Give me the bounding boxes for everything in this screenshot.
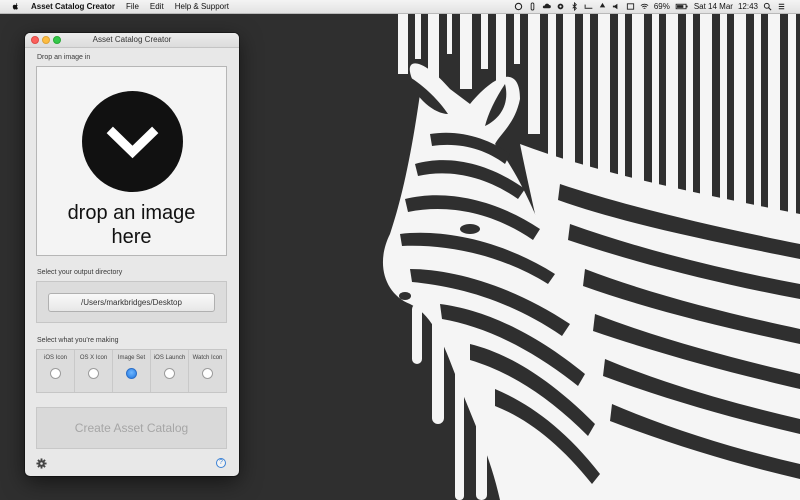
help-button[interactable]: ?	[216, 458, 226, 468]
status-area: 69% Sat 14 Mar 12:43	[514, 0, 786, 13]
type-option-osx-icon[interactable]: OS X Icon	[75, 350, 113, 392]
menu-bar: Asset Catalog Creator File Edit Help & S…	[0, 0, 800, 14]
spotlight-search-icon[interactable]	[763, 2, 772, 11]
drop-arrow-icon	[82, 91, 183, 192]
image-set-radio[interactable]	[125, 368, 137, 379]
gear-icon[interactable]	[556, 2, 565, 11]
battery-icon[interactable]	[675, 2, 689, 11]
type-label: Image Set	[117, 355, 146, 361]
type-label: OS X Icon	[79, 355, 108, 361]
wifi-icon[interactable]	[640, 2, 649, 11]
type-option-watch-icon[interactable]: Watch Icon	[189, 350, 226, 392]
volume-icon[interactable]	[612, 2, 621, 11]
asset-type-selector: iOS Icon OS X Icon Image Set iOS Launch …	[36, 349, 227, 393]
menu-time[interactable]: 12:43	[738, 2, 758, 11]
type-label: Watch Icon	[192, 355, 223, 361]
output-directory-label: Select your output directory	[37, 269, 123, 276]
bars-icon[interactable]	[584, 2, 593, 11]
output-directory-box: /Users/markbridges/Desktop	[36, 281, 227, 323]
image-drop-zone[interactable]: drop an image here	[36, 66, 227, 256]
app-menu[interactable]: Asset Catalog Creator	[31, 2, 115, 11]
sync-icon[interactable]	[514, 2, 523, 11]
drop-zone-text: drop an image here	[67, 202, 196, 248]
osx-icon-radio[interactable]	[87, 368, 99, 379]
watch-icon-radio[interactable]	[201, 368, 213, 379]
window-titlebar[interactable]: Asset Catalog Creator	[25, 33, 239, 48]
type-label: iOS Icon	[43, 355, 67, 361]
notification-center-icon[interactable]	[777, 2, 786, 11]
type-option-ios-icon[interactable]: iOS Icon	[37, 350, 75, 392]
settings-gear-icon[interactable]	[36, 458, 47, 469]
asset-catalog-window: Asset Catalog Creator Drop an image in d…	[25, 33, 239, 476]
create-asset-catalog-button[interactable]: Create Asset Catalog	[36, 407, 227, 449]
battery-percent[interactable]: 69%	[654, 2, 670, 11]
ios-launch-radio[interactable]	[163, 368, 175, 379]
info-icon[interactable]	[528, 2, 537, 11]
help-support-menu[interactable]: Help & Support	[175, 2, 229, 11]
edit-menu[interactable]: Edit	[150, 2, 164, 11]
type-option-ios-launch[interactable]: iOS Launch	[151, 350, 189, 392]
type-option-image-set[interactable]: Image Set	[113, 350, 151, 392]
type-label: iOS Launch	[153, 355, 186, 361]
drop-image-label: Drop an image in	[37, 54, 91, 61]
ios-icon-radio[interactable]	[49, 368, 61, 379]
display-icon[interactable]	[626, 2, 635, 11]
output-directory-button[interactable]: /Users/markbridges/Desktop	[48, 293, 215, 312]
file-menu[interactable]: File	[126, 2, 139, 11]
apple-menu-icon[interactable]	[11, 2, 21, 12]
share-icon[interactable]	[598, 2, 607, 11]
menu-date[interactable]: Sat 14 Mar	[694, 2, 733, 11]
window-title: Asset Catalog Creator	[92, 35, 172, 44]
bluetooth-icon[interactable]	[570, 2, 579, 11]
cloud-icon[interactable]	[542, 2, 551, 11]
asset-type-label: Select what you're making	[37, 337, 119, 344]
